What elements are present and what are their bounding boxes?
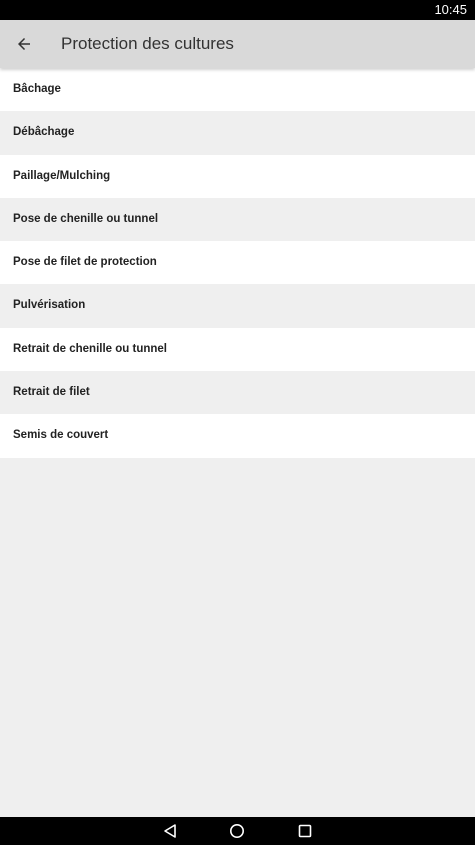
nav-back-button[interactable] — [159, 821, 181, 841]
list-item-retrait-chenille[interactable]: Retrait de chenille ou tunnel — [0, 327, 475, 372]
navigation-bar — [0, 817, 475, 845]
list-item-paillage[interactable]: Paillage/Mulching — [0, 154, 475, 198]
crop-protection-list: Bâchage Débâchage Paillage/Mulching Pose… — [0, 68, 475, 458]
app-bar: Protection des cultures — [0, 20, 475, 68]
list-item-semis-couvert[interactable]: Semis de couvert — [0, 414, 475, 458]
triangle-back-icon — [164, 824, 176, 838]
screen: 10:45 Protection des cultures Bâchage Dé… — [0, 0, 475, 845]
status-time: 10:45 — [434, 2, 467, 17]
list-item-bachage[interactable]: Bâchage — [0, 68, 475, 112]
page-title: Protection des cultures — [61, 34, 234, 53]
nav-recents-button[interactable] — [294, 821, 316, 841]
back-button[interactable] — [8, 28, 40, 60]
circle-home-icon — [230, 824, 244, 838]
list-item-debachage[interactable]: Débâchage — [0, 111, 475, 155]
list-item-pulverisation[interactable]: Pulvérisation — [0, 284, 475, 328]
list-item-pose-chenille[interactable]: Pose de chenille ou tunnel — [0, 197, 475, 242]
square-recents-icon — [298, 824, 312, 838]
arrow-left-icon — [18, 38, 30, 50]
status-bar: 10:45 — [0, 0, 475, 20]
list-item-retrait-filet[interactable]: Retrait de filet — [0, 371, 475, 415]
nav-home-button[interactable] — [226, 821, 248, 841]
list-item-pose-filet[interactable]: Pose de filet de protection — [0, 241, 475, 285]
